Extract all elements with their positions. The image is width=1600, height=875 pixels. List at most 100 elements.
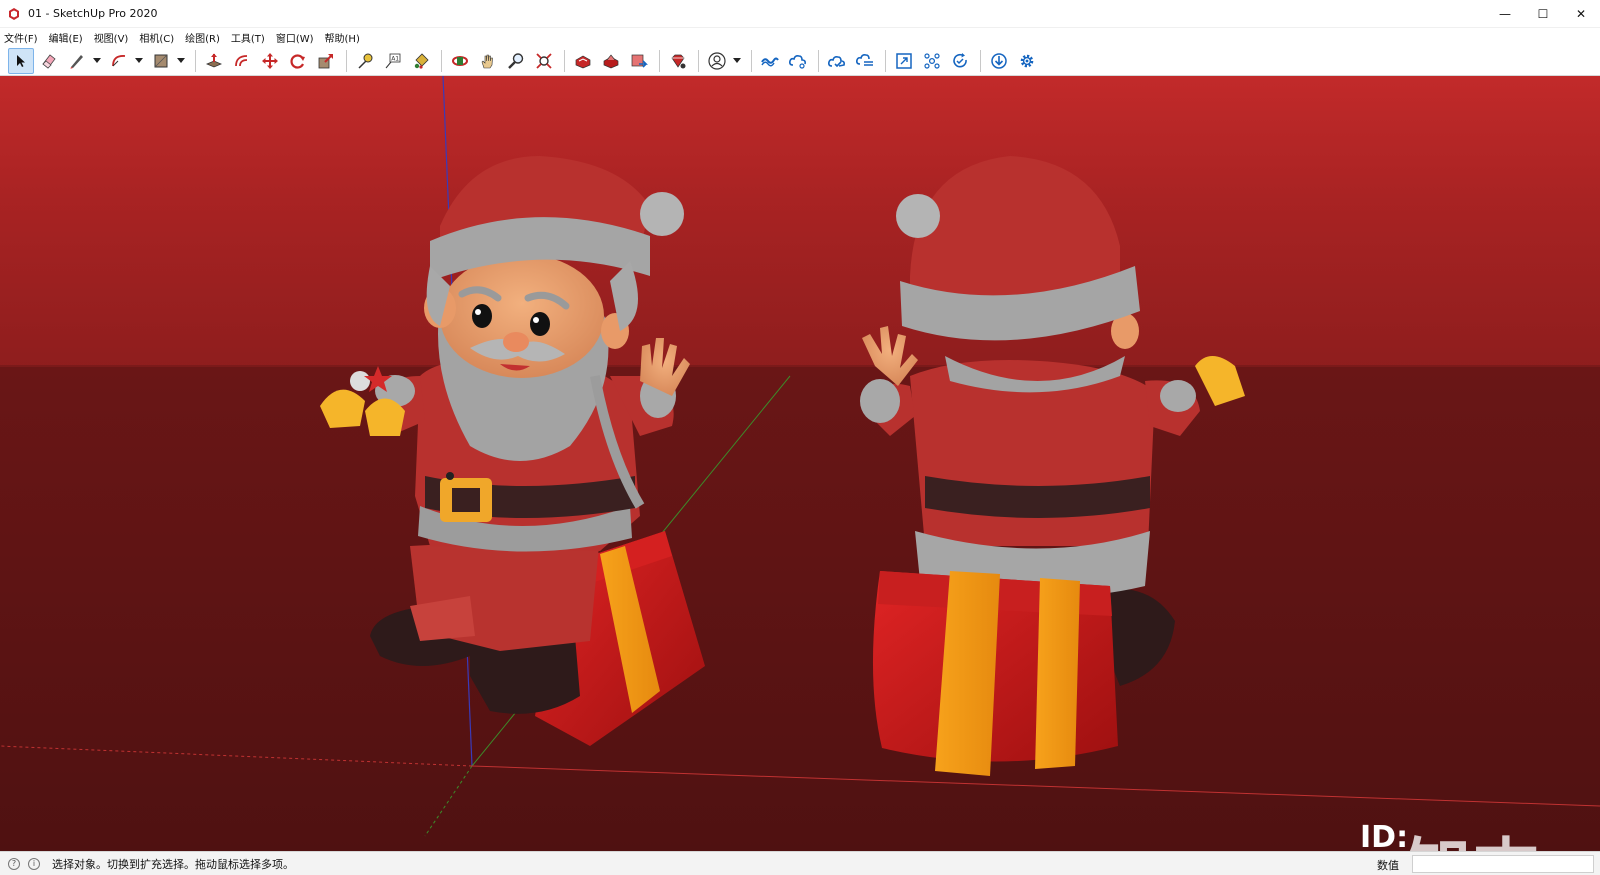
scene-canvas [0,76,1600,851]
push-pull-icon [205,53,223,67]
cloud-publish-button[interactable] [852,48,878,74]
3d-warehouse-button[interactable] [570,48,596,74]
extension-manager-button[interactable] [665,48,691,74]
extension-warehouse-icon [603,53,619,68]
settings-button[interactable] [1014,48,1040,74]
menu-draw[interactable]: 绘图(R) [185,30,220,45]
toolbar-separator [698,49,699,72]
floor-plane [0,366,1600,851]
orbit-icon [452,55,468,66]
eraser-tool-button[interactable] [36,48,62,74]
toolbar-separator [659,49,660,72]
tape-measure-tool-button[interactable] [352,48,378,74]
toolbar-separator [564,49,565,72]
account-button[interactable] [704,48,730,74]
tape-measure-icon [358,53,373,69]
move-tool-button[interactable] [257,48,283,74]
arc-tool-dropdown[interactable] [134,48,144,74]
refresh-button[interactable] [947,48,973,74]
menu-bar: 文件(F) 编辑(E) 视图(V) 相机(C) 绘图(R) 工具(T) 窗口(W… [0,28,1600,46]
text-tool-button[interactable]: A1 [380,48,406,74]
magnifier-icon [508,52,524,69]
shape-tool-button[interactable] [148,48,174,74]
window-controls: — ☐ ✕ [1486,0,1600,28]
offset-tool-button[interactable] [229,48,255,74]
scale-tool-button[interactable] [313,48,339,74]
model-viewport[interactable]: 知末 [0,76,1600,851]
close-icon: ✕ [1575,7,1587,21]
warehouse-icon [575,55,591,68]
menu-edit[interactable]: 编辑(E) [49,30,83,45]
line-tool-dropdown[interactable] [92,48,102,74]
toolbar-separator [980,49,981,72]
minimize-icon: — [1499,7,1511,21]
menu-view[interactable]: 视图(V) [94,30,129,45]
menu-camera[interactable]: 相机(C) [139,30,174,45]
toolbar-separator [346,49,347,72]
send-to-layout-button[interactable] [626,48,652,74]
status-message: 选择对象。切换到扩充选择。拖动鼠标选择多项。 [52,857,294,871]
chevron-down-icon [733,57,741,63]
svg-text:A1: A1 [391,55,399,62]
close-button[interactable]: ✕ [1562,0,1600,28]
push-pull-tool-button[interactable] [201,48,227,74]
ruby-gem-icon [671,54,686,68]
menu-window[interactable]: 窗口(W) [276,30,314,45]
toolbar-separator [885,49,886,72]
download-icon [991,52,1007,69]
orbit-tool-button[interactable] [447,48,473,74]
main-toolbar: A1 [0,46,1600,76]
pencil-icon [70,54,83,69]
cloud-check-icon [828,55,845,67]
layout-icon [631,54,648,68]
cloud-sync-button[interactable] [824,48,850,74]
cloud-list-icon [856,53,873,66]
santa-left-eye [472,304,492,328]
window-title: 01 - SketchUp Pro 2020 [28,7,158,20]
menu-tools[interactable]: 工具(T) [231,30,265,45]
scenes-button[interactable] [891,48,917,74]
components-button[interactable] [919,48,945,74]
toolbar-separator [751,49,752,72]
download-button[interactable] [986,48,1012,74]
menu-file[interactable]: 文件(F) [4,30,38,45]
toolbar-separator [818,49,819,72]
extension-warehouse-button[interactable] [598,48,624,74]
pan-tool-button[interactable] [475,48,501,74]
toolbar-separator [441,49,442,72]
santa-right-eye [530,312,550,336]
paint-bucket-tool-button[interactable] [408,48,434,74]
select-tool-button[interactable] [8,47,34,74]
sky-background [0,76,1600,376]
scale-icon [318,53,333,68]
hand-icon [481,54,493,68]
rectangle-icon [154,54,168,67]
status-bar: ? i 选择对象。切换到扩充选择。拖动鼠标选择多项。 数值 [0,851,1600,875]
minimize-button[interactable]: — [1486,0,1524,28]
trimble-connect-icon [761,57,779,66]
eraser-icon [42,53,56,69]
geo-location-icon[interactable]: ? [8,857,20,870]
shape-tool-dropdown[interactable] [176,48,186,74]
measurements-input[interactable] [1412,855,1594,873]
trimble-connect-button[interactable] [757,48,783,74]
account-dropdown[interactable] [732,48,742,74]
expand-frame-icon [896,52,912,69]
rotate-icon [290,53,305,69]
back-hat-pompom [896,194,940,238]
info-icon[interactable]: i [28,857,40,870]
rotate-tool-button[interactable] [285,48,311,74]
arc-tool-button[interactable] [106,48,132,74]
zoom-tool-button[interactable] [503,48,529,74]
trimble-share-button[interactable] [785,48,811,74]
maximize-button[interactable]: ☐ [1524,0,1562,28]
maximize-icon: ☐ [1537,7,1549,21]
santa-face [440,254,604,378]
line-tool-button[interactable] [64,48,90,74]
menu-help[interactable]: 帮助(H) [325,30,360,45]
hat-pompom [640,192,684,236]
refresh-check-icon [953,52,967,68]
zoom-extents-tool-button[interactable] [531,48,557,74]
select-arrow-icon [17,54,25,67]
gift-box-back [872,571,1118,776]
